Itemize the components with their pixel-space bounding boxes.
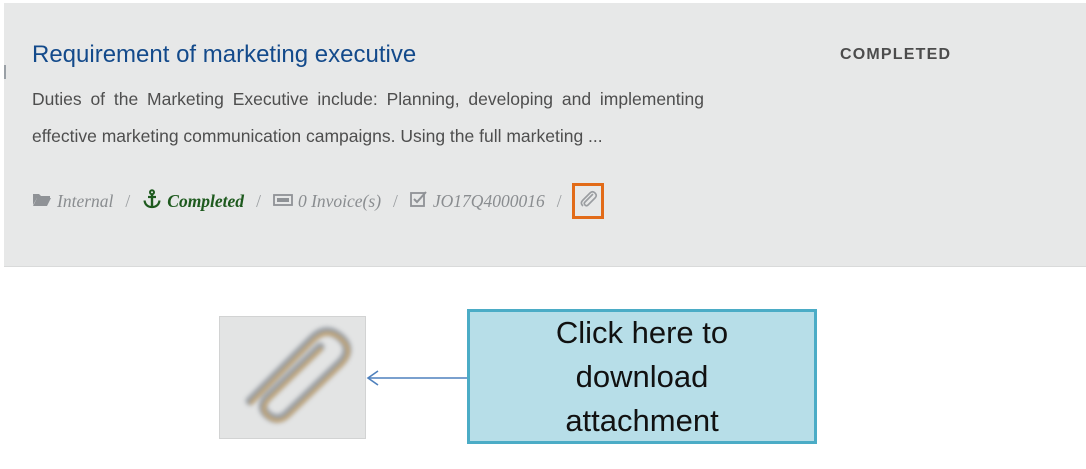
pointer-arrow (364, 368, 468, 393)
edge-marker (4, 65, 6, 79)
anchor-icon (142, 188, 162, 214)
zoomed-paperclip (219, 316, 366, 439)
paperclip-icon (578, 189, 598, 214)
status-meta: Completed (142, 188, 245, 214)
task-meta-row: Internal / Completed / 0 Invoice(s) / JO… (32, 183, 604, 219)
status-label: COMPLETED (840, 46, 952, 63)
money-icon (273, 191, 293, 212)
meta-separator: / (556, 190, 562, 211)
task-description: Duties of the Marketing Executive includ… (32, 89, 704, 146)
paperclip-icon (228, 325, 358, 430)
task-title[interactable]: Requirement of marketing executive (32, 41, 416, 69)
type-meta: Internal (32, 191, 113, 212)
job-id-label: JO17Q4000016 (432, 190, 545, 211)
meta-separator: / (256, 190, 261, 211)
invoices-label: 0 Invoice(s) (297, 190, 382, 211)
status-meta-label: Completed (167, 190, 245, 211)
check-square-icon (410, 190, 428, 212)
invoices-meta: 0 Invoice(s) (273, 191, 381, 212)
type-label: Internal (57, 190, 114, 211)
meta-separator: / (125, 190, 131, 211)
callout-line: attachment (565, 402, 719, 438)
folder-icon (32, 191, 52, 212)
download-callout: Click here to download attachment (467, 309, 817, 444)
callout-line: Click here to (555, 314, 729, 350)
attachment-download-button[interactable] (571, 183, 604, 219)
job-meta: JO17Q4000016 (410, 190, 545, 212)
task-card: Requirement of marketing executive COMPL… (4, 3, 1086, 267)
meta-separator: / (393, 190, 398, 211)
callout-line: download (575, 358, 709, 394)
